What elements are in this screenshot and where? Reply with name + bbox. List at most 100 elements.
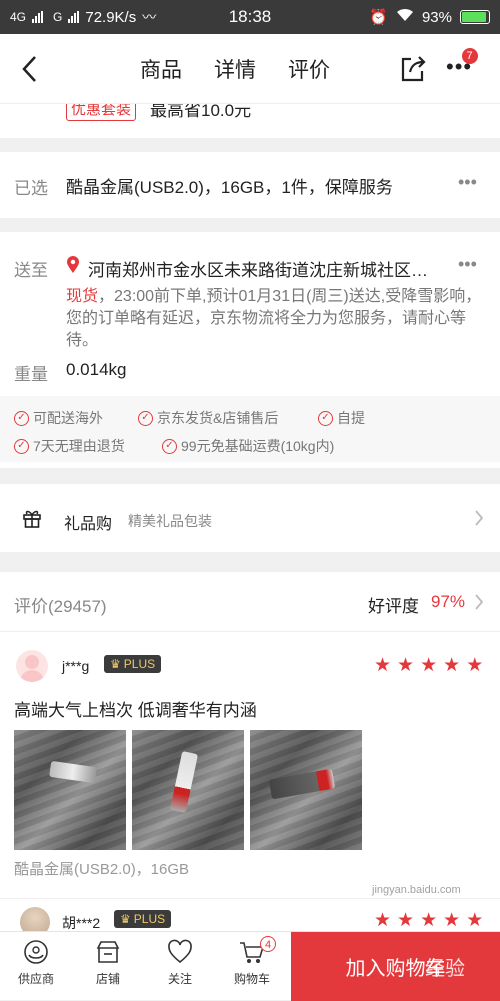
top-nav: 商品 详情 评价 ••• 7 bbox=[0, 34, 500, 104]
review-username: j***g bbox=[62, 658, 90, 674]
service-item: ✓ 99元免基础运费(10kg内) bbox=[162, 436, 334, 456]
promo-text: 最高省10.0元 bbox=[150, 104, 252, 120]
review-photo[interactable] bbox=[132, 730, 244, 850]
selected-section[interactable]: 已选 酷晶金属(USB2.0)，16GB，1件，保障服务 ••• bbox=[0, 152, 500, 218]
signal-icon bbox=[32, 11, 44, 23]
rating-label: 好评度 bbox=[368, 597, 419, 616]
watermark-zhihu: 知乎 @庄菩 bbox=[388, 865, 468, 882]
supplier-button[interactable]: 供应商 bbox=[6, 938, 66, 987]
promo-section[interactable]: 优惠套装 最高省10.0元 bbox=[0, 104, 500, 138]
service-item: ✓ 自提 bbox=[318, 408, 365, 428]
back-button[interactable] bbox=[14, 52, 44, 86]
service-item: ✓ 京东发货&店铺售后 bbox=[138, 408, 278, 428]
gift-title: 礼品购 bbox=[64, 516, 113, 533]
review-item[interactable]: j***g ♛ PLUS ★ ★ ★ ★ ★ 高端大气上档次 低调奢华有内涵 酷晶… bbox=[0, 638, 500, 888]
delivery-section: 送至 河南郑州市金水区未来路街道沈庄新城社区… ••• 现货，23:00前下单,… bbox=[0, 232, 500, 468]
delivery-address: 河南郑州市金水区未来路街道沈庄新城社区… bbox=[88, 261, 428, 280]
promo-tag: 优惠套装 bbox=[66, 104, 137, 121]
gift-icon bbox=[23, 510, 41, 528]
watermark-overlay: 经验 bbox=[425, 958, 465, 980]
review-stars: ★ ★ ★ ★ ★ bbox=[374, 911, 483, 930]
chevron-right-icon bbox=[475, 594, 484, 610]
crown-icon: ♛ bbox=[110, 657, 121, 671]
check-icon: ✓ bbox=[162, 438, 177, 454]
nav-tabs: 商品 详情 评价 bbox=[140, 34, 330, 104]
service-item: ✓ 可配送海外 bbox=[14, 408, 103, 428]
headset-icon bbox=[24, 940, 48, 964]
cart-badge: 4 bbox=[260, 936, 276, 952]
crown-icon: ♛ bbox=[120, 912, 131, 926]
service-item: ✓ 7天无理由退货 bbox=[14, 436, 125, 456]
delivery-notice-text: ，23:00前下单,预计01月31日(周三)送达,受降雪影响，您的订单略有延迟，… bbox=[66, 288, 482, 349]
star-icon: ★ bbox=[466, 910, 484, 931]
cart-label: 购物车 bbox=[233, 972, 270, 986]
battery-icon bbox=[460, 10, 490, 24]
network-type-left: 4G bbox=[10, 10, 27, 24]
share-button[interactable] bbox=[398, 54, 428, 89]
stock-status: 现货 bbox=[66, 288, 99, 305]
check-icon: ✓ bbox=[14, 410, 29, 426]
tab-product[interactable]: 商品 bbox=[140, 54, 182, 84]
avatar bbox=[20, 907, 50, 931]
more-badge: 7 bbox=[462, 48, 478, 64]
reviews-title: 评价(29457) bbox=[14, 597, 107, 616]
check-icon: ✓ bbox=[138, 410, 153, 426]
tab-reviews[interactable]: 评价 bbox=[288, 54, 330, 84]
alarm-icon: ⏰ bbox=[369, 9, 388, 26]
rating-value: 97% bbox=[431, 592, 466, 611]
star-icon: ★ bbox=[374, 655, 392, 676]
delivery-notice: 现货，23:00前下单,预计01月31日(周三)送达,受降雪影响，您的订单略有延… bbox=[66, 286, 492, 352]
selected-label: 已选 bbox=[14, 179, 48, 198]
watermark-baidu: jingyan.baidu.com bbox=[372, 884, 461, 896]
bird-icon: 〰 bbox=[142, 9, 157, 25]
weight-value: 0.014kg bbox=[66, 360, 127, 379]
star-icon: ★ bbox=[443, 655, 461, 676]
delivery-more-icon: ••• bbox=[458, 254, 477, 274]
battery-percent: 93% bbox=[421, 8, 452, 26]
review-item[interactable]: 胡***2 ♛ PLUS ★ ★ ★ ★ ★ bbox=[0, 898, 500, 931]
weight-label: 重量 bbox=[14, 365, 48, 384]
delivery-label: 送至 bbox=[14, 261, 48, 280]
chevron-right-icon bbox=[475, 510, 484, 526]
selected-more-icon: ••• bbox=[458, 172, 477, 192]
follow-label: 关注 bbox=[167, 972, 192, 986]
gift-subtitle: 精美礼品包装 bbox=[128, 513, 212, 529]
chevron-left-icon bbox=[22, 56, 36, 82]
check-icon: ✓ bbox=[14, 438, 29, 454]
review-stars: ★ ★ ★ ★ ★ bbox=[374, 656, 483, 675]
review-photo[interactable] bbox=[250, 730, 362, 850]
share-icon bbox=[401, 56, 426, 82]
store-label: 店铺 bbox=[95, 972, 120, 986]
star-icon: ★ bbox=[374, 910, 392, 931]
reviews-section: 评价(29457) 好评度 97% j***g ♛ PLUS ★ ★ ★ ★ ★ … bbox=[0, 572, 500, 931]
more-button[interactable]: ••• 7 bbox=[446, 48, 478, 80]
star-icon: ★ bbox=[420, 655, 438, 676]
reviews-header[interactable]: 评价(29457) 好评度 97% bbox=[0, 572, 500, 632]
avatar bbox=[16, 650, 48, 682]
gift-section[interactable]: 礼品购 精美礼品包装 bbox=[0, 484, 500, 552]
selected-value: 酷晶金属(USB2.0)，16GB，1件，保障服务 bbox=[66, 178, 393, 197]
review-text: 高端大气上档次 低调奢华有内涵 bbox=[14, 701, 257, 720]
network-speed: 72.9K/s bbox=[85, 8, 137, 26]
plus-badge: ♛ PLUS bbox=[114, 910, 172, 928]
supplier-label: 供应商 bbox=[17, 972, 54, 986]
heart-icon bbox=[168, 939, 192, 964]
plus-badge: ♛ PLUS bbox=[104, 655, 162, 673]
cart-button[interactable]: 购物车 4 bbox=[222, 936, 282, 987]
star-icon: ★ bbox=[443, 910, 461, 931]
status-bar: 4G G 72.9K/s 〰 18:38 ⏰ 93% bbox=[0, 0, 500, 34]
review-variant: 酷晶金属(USB2.0)，16GB bbox=[14, 861, 190, 878]
network-type-right: G bbox=[53, 10, 63, 24]
tab-details[interactable]: 详情 bbox=[214, 54, 256, 84]
add-to-cart-button[interactable]: 加入购物车 经验 bbox=[291, 932, 500, 1001]
star-icon: ★ bbox=[397, 910, 415, 931]
star-icon: ★ bbox=[420, 910, 438, 931]
review-photo[interactable] bbox=[14, 730, 126, 850]
follow-button[interactable]: 关注 bbox=[150, 938, 210, 987]
review-username: 胡***2 bbox=[62, 915, 101, 931]
service-list[interactable]: ✓ 可配送海外 ✓ 京东发货&店铺售后 ✓ 自提 ✓ 7天无理由退货 ✓ 99元免基础运费… bbox=[0, 396, 500, 462]
store-button[interactable]: 店铺 bbox=[78, 938, 138, 987]
bottom-bar: 供应商 店铺 关注 购物车 4 加入购物车 经验 bbox=[0, 931, 500, 1001]
store-icon bbox=[96, 941, 120, 963]
location-pin-icon bbox=[67, 256, 79, 273]
